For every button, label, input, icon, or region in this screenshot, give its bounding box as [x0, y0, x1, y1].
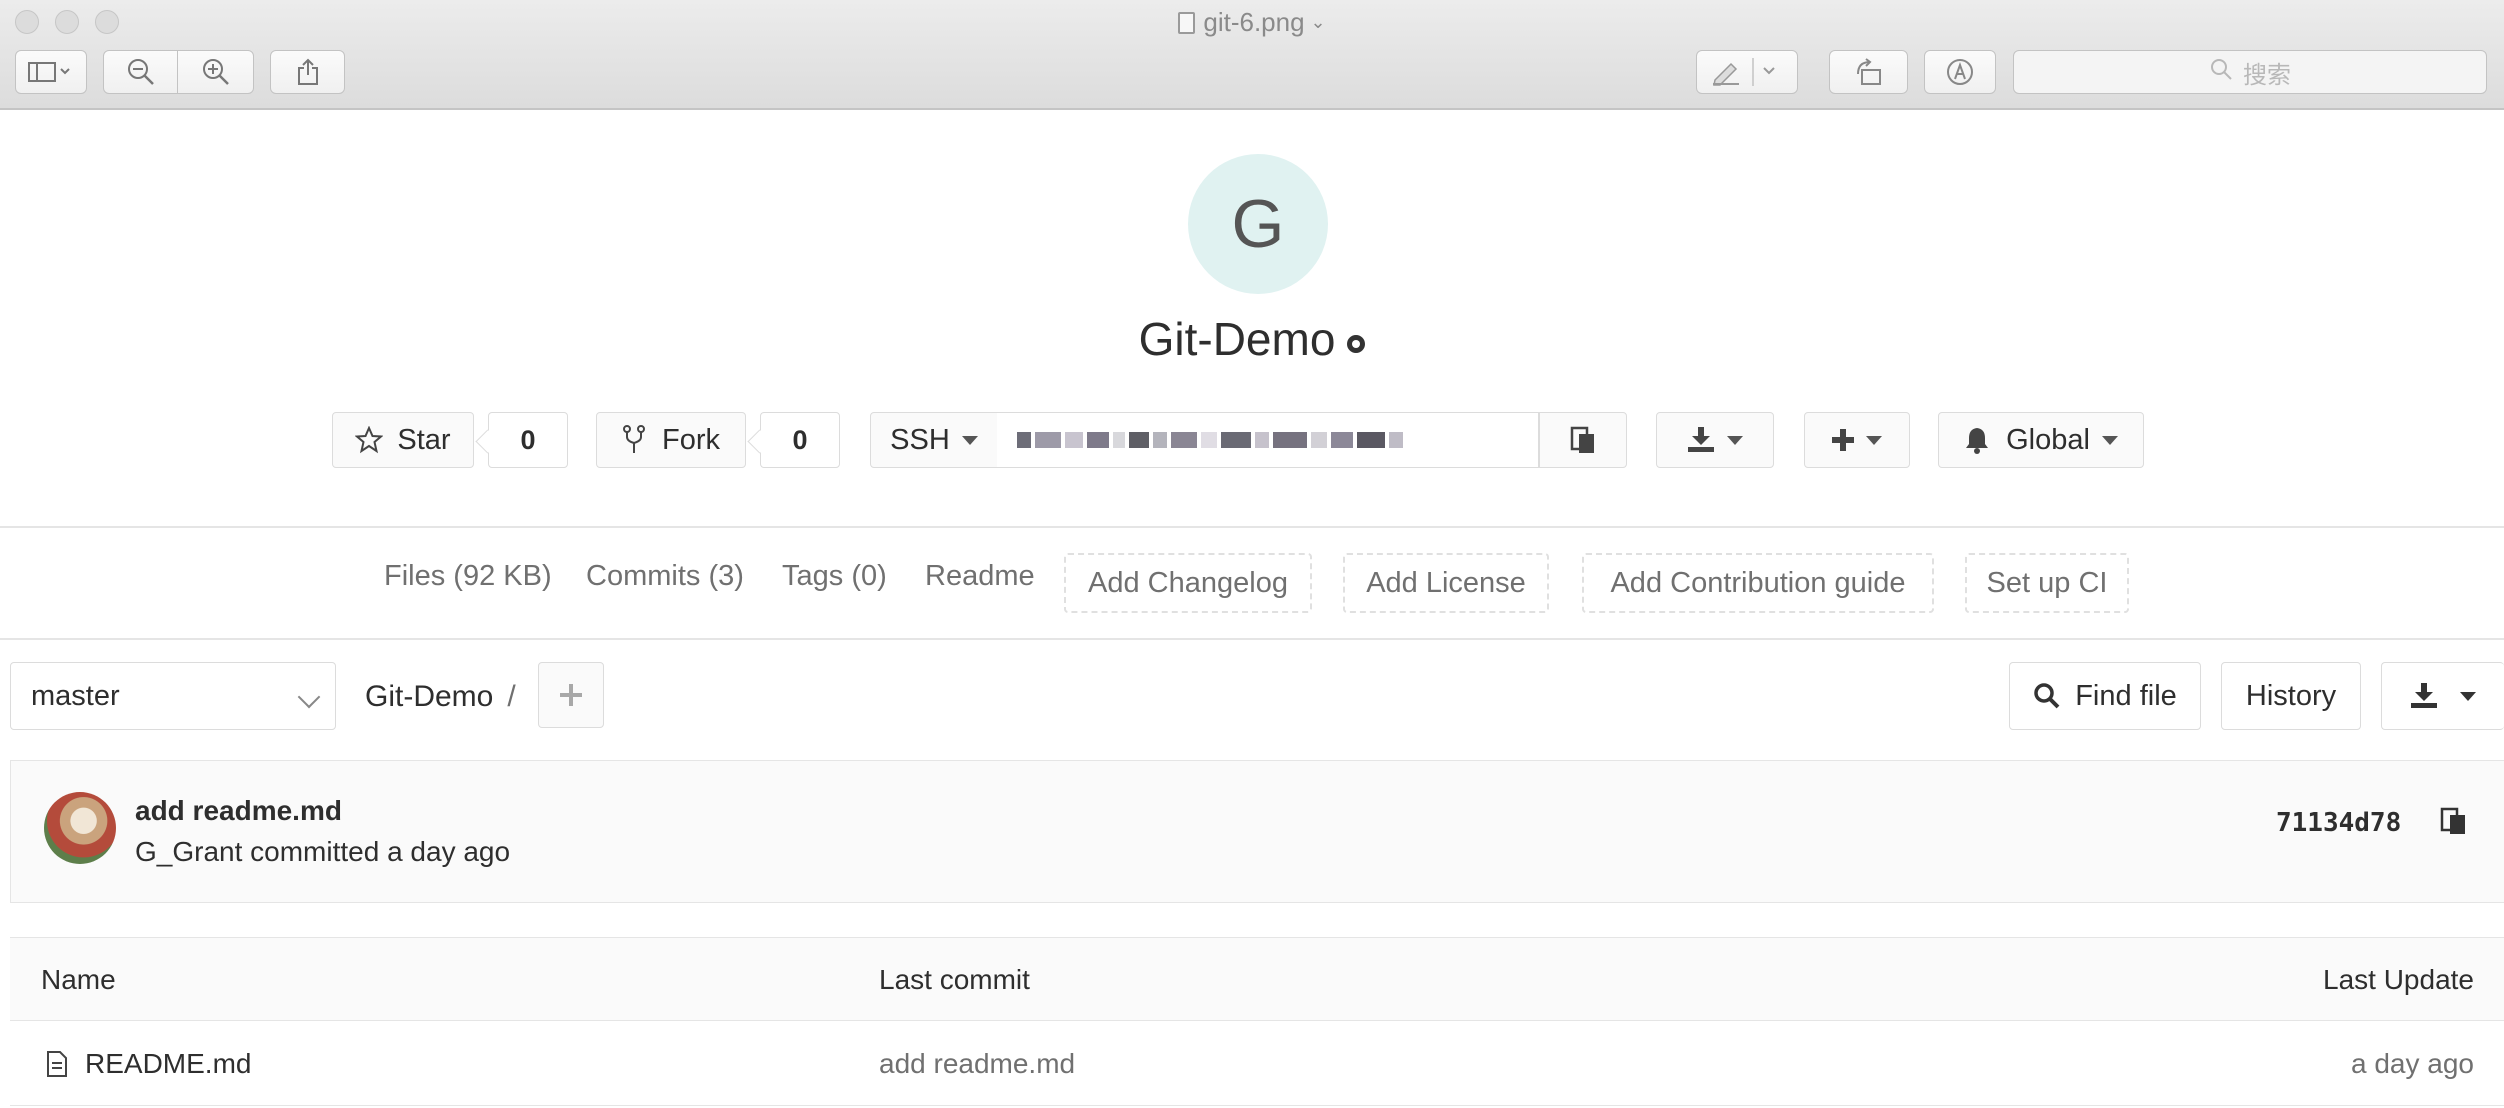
project-avatar: G — [1188, 154, 1328, 294]
fork-button[interactable]: Fork — [596, 412, 746, 468]
nav-commits-link[interactable]: Commits (3) — [586, 560, 744, 593]
fork-label: Fork — [662, 423, 720, 456]
file-last-update: a day ago — [2351, 1048, 2474, 1079]
bell-icon — [1966, 428, 1989, 454]
file-last-commit-link[interactable]: add readme.md — [879, 1048, 1075, 1080]
file-name-link[interactable]: README.md — [85, 1048, 251, 1080]
table-row[interactable] — [10, 1022, 2504, 1106]
find-file-label: Find file — [2075, 679, 2177, 712]
commit-sha-link[interactable]: 71134d78 — [2276, 808, 2401, 838]
commit-message-link[interactable]: add readme.md — [135, 795, 342, 827]
markup-button[interactable] — [1696, 50, 1798, 94]
rotate-icon — [1856, 58, 1881, 85]
star-icon — [355, 426, 384, 454]
history-button[interactable]: History — [2221, 662, 2361, 730]
add-contribution-guide-button[interactable]: Add Contribution guide — [1582, 553, 1934, 613]
download-icon — [1688, 427, 1714, 452]
column-header-last-update: Last Update — [2323, 964, 2474, 995]
download-icon — [2411, 683, 2437, 708]
fork-icon — [623, 425, 645, 453]
commit-author-line: G_Grant committed a day ago — [135, 836, 511, 867]
chevron-down-icon — [297, 685, 321, 709]
plus-icon — [560, 684, 582, 706]
markup-pen-icon — [1713, 58, 1775, 86]
branch-selector[interactable]: master — [10, 662, 336, 730]
file-icon — [46, 1050, 68, 1083]
sidebar-toggle-button[interactable] — [15, 50, 87, 94]
clone-protocol-label: SSH — [890, 423, 950, 456]
breadcrumb-separator: / — [507, 680, 516, 713]
find-file-button[interactable]: Find file — [2009, 662, 2201, 730]
search-field[interactable]: 搜索 — [2013, 50, 2487, 94]
caret-down-icon — [2101, 435, 2118, 445]
document-icon — [1178, 12, 1196, 34]
plus-icon — [1832, 429, 1854, 451]
globe-icon — [1347, 335, 1366, 353]
nav-readme-link[interactable]: Readme — [925, 560, 1035, 593]
pen-circle-icon — [1947, 59, 1973, 85]
window-title[interactable]: git-6.png ⌄ — [0, 7, 2504, 38]
caret-down-icon — [961, 435, 978, 445]
search-placeholder: 搜索 — [2243, 61, 2291, 89]
rotate-button[interactable] — [1829, 50, 1908, 94]
sidebar-icon — [28, 62, 70, 82]
annotate-button[interactable] — [1924, 50, 1996, 94]
share-icon — [297, 58, 318, 85]
window-title-text: git-6.png — [1203, 7, 1305, 37]
share-button[interactable] — [270, 50, 345, 94]
breadcrumb-root-link[interactable]: Git-Demo — [365, 680, 493, 713]
new-item-dropdown-button[interactable] — [1804, 412, 1910, 468]
search-icon — [2209, 57, 2233, 88]
setup-ci-button[interactable]: Set up CI — [1965, 553, 2129, 613]
star-button[interactable]: Star — [332, 412, 474, 468]
zoom-out-icon — [127, 59, 154, 85]
add-license-button[interactable]: Add License — [1343, 553, 1549, 613]
divider — [0, 526, 2504, 528]
project-name: Git-Demo — [1138, 313, 1336, 365]
download-dropdown-button[interactable] — [1656, 412, 1774, 468]
clipboard-icon — [2440, 807, 2465, 834]
clone-url-field[interactable] — [997, 412, 1539, 468]
caret-down-icon — [2460, 691, 2476, 701]
notification-dropdown-button[interactable]: Global — [1938, 412, 2144, 468]
chevron-down-icon: ⌄ — [1310, 12, 1326, 32]
notification-level-label: Global — [2006, 423, 2090, 456]
clone-protocol-dropdown[interactable]: SSH — [870, 412, 998, 468]
add-file-button[interactable] — [538, 662, 604, 728]
window-titlebar: git-6.png ⌄ 搜索 — [0, 0, 2504, 110]
clipboard-icon — [1570, 426, 1594, 453]
caret-down-icon — [1727, 435, 1743, 445]
zoom-out-button[interactable] — [103, 50, 178, 94]
copy-sha-button[interactable] — [2440, 806, 2468, 841]
caret-down-icon — [1866, 435, 1882, 445]
column-header-name: Name — [41, 964, 116, 995]
file-table-header — [10, 937, 2504, 1021]
avatar[interactable] — [44, 792, 116, 864]
star-count[interactable]: 0 — [488, 412, 568, 468]
column-header-last-commit: Last commit — [879, 964, 1030, 995]
copy-url-button[interactable] — [1539, 412, 1627, 468]
divider — [0, 638, 2504, 640]
zoom-in-icon — [202, 59, 229, 85]
nav-files-link[interactable]: Files (92 KB) — [384, 560, 552, 593]
add-changelog-button[interactable]: Add Changelog — [1064, 553, 1312, 613]
zoom-in-button[interactable] — [177, 50, 254, 94]
fork-count[interactable]: 0 — [760, 412, 840, 468]
star-label: Star — [397, 423, 451, 456]
repo-download-dropdown-button[interactable] — [2381, 662, 2504, 730]
breadcrumb: Git-Demo / — [365, 680, 516, 714]
last-commit-panel — [10, 760, 2504, 903]
nav-tags-link[interactable]: Tags (0) — [782, 560, 887, 593]
project-title: Git-Demo — [0, 312, 2504, 366]
branch-name: master — [31, 679, 120, 712]
search-icon — [2034, 683, 2060, 709]
